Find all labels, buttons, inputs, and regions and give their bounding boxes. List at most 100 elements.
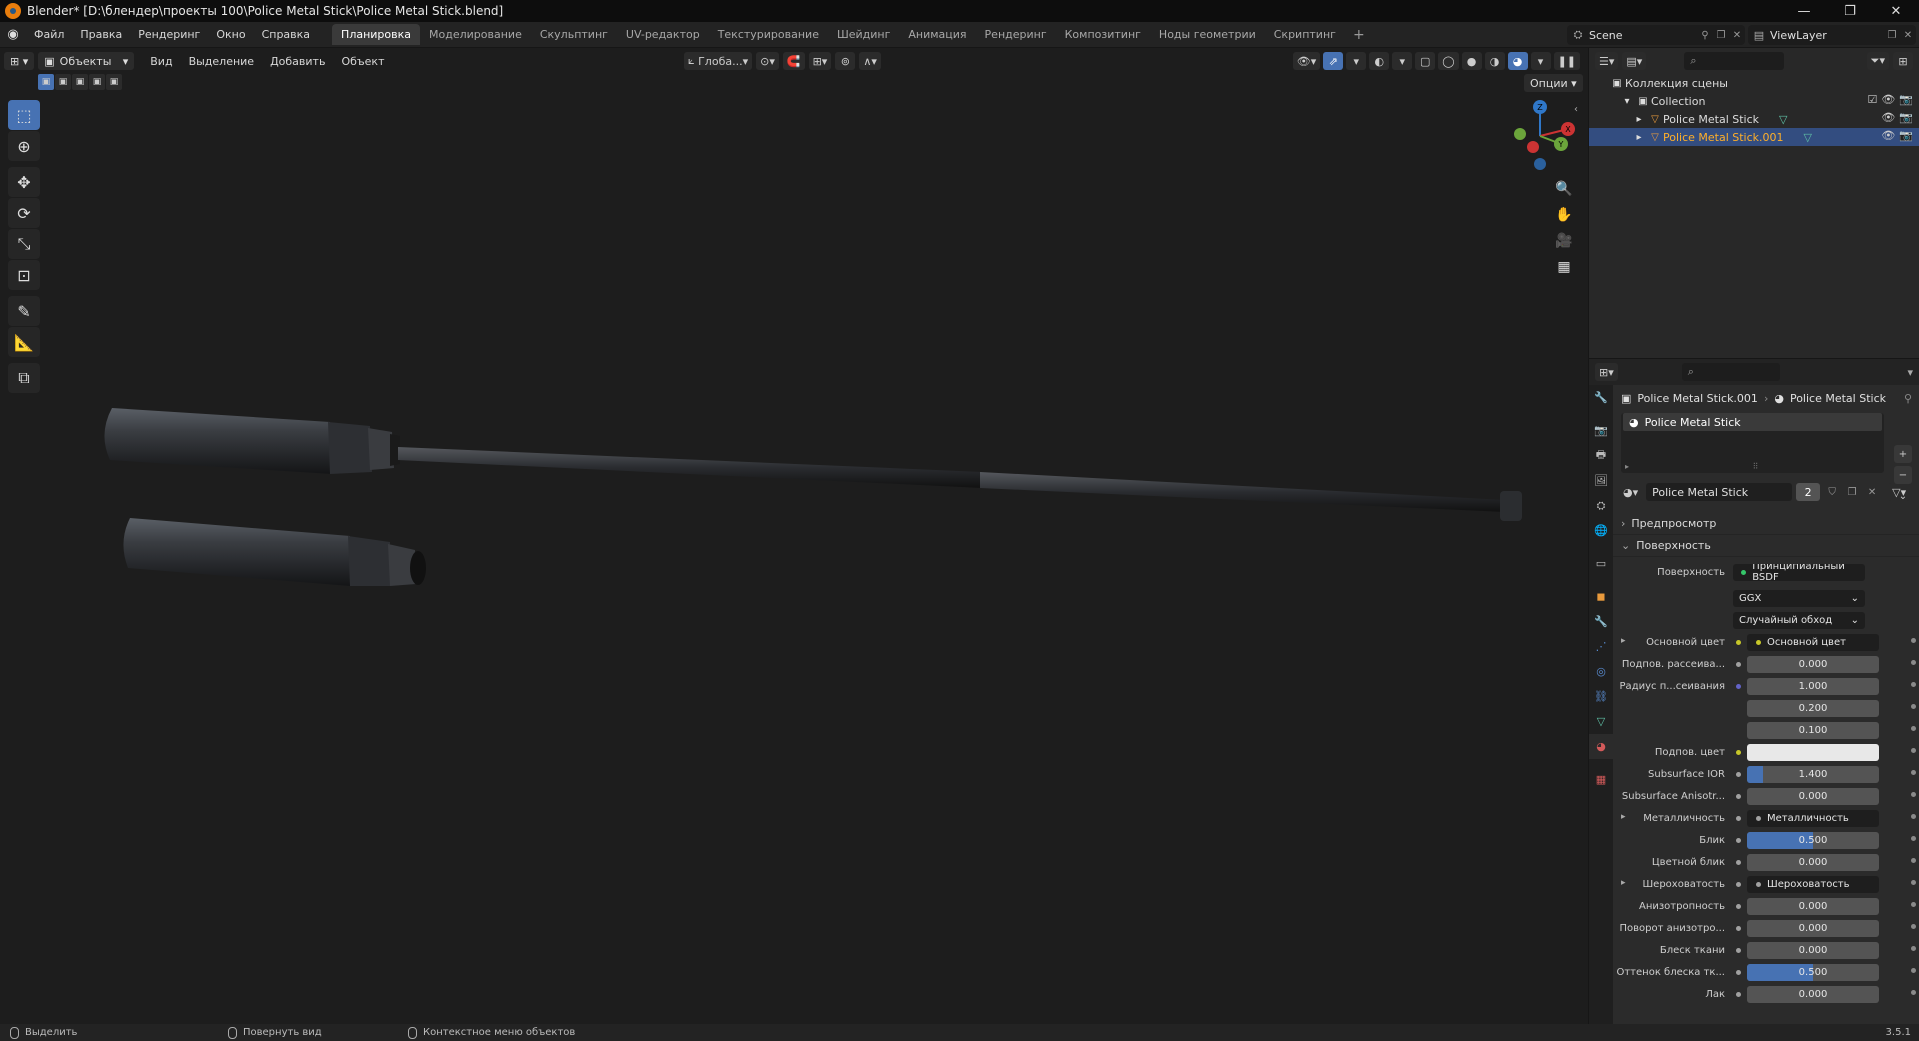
tab-geometry-nodes[interactable]: Ноды геометрии bbox=[1150, 24, 1265, 45]
snap-toggle[interactable]: 🧲 bbox=[782, 52, 805, 70]
pause-render-button[interactable]: ❚❚ bbox=[1553, 52, 1580, 70]
options-dropdown[interactable]: Опции ▾ bbox=[1524, 74, 1583, 92]
socket-icon[interactable] bbox=[1733, 923, 1743, 933]
tab-modeling[interactable]: Моделирование bbox=[420, 24, 531, 45]
viewlayer-selector[interactable]: ▤ ViewLayer ❐ ✕ bbox=[1748, 25, 1916, 45]
socket-icon[interactable] bbox=[1733, 835, 1743, 845]
number-field[interactable]: 0.000 bbox=[1747, 853, 1879, 871]
scene-objects[interactable] bbox=[100, 390, 1540, 620]
duplicate-material-icon[interactable]: ❐ bbox=[1844, 487, 1860, 498]
socket-icon[interactable] bbox=[1733, 681, 1743, 691]
expand-arrow-icon[interactable]: ▸ bbox=[1631, 114, 1647, 125]
pivot-dropdown[interactable]: ⊙▾ bbox=[756, 52, 779, 70]
physics-tab-icon[interactable]: ◎ bbox=[1589, 659, 1613, 684]
socket-icon[interactable] bbox=[1733, 857, 1743, 867]
number-field[interactable]: 0.500 bbox=[1747, 963, 1879, 981]
render-camera-icon[interactable]: 📷 bbox=[1899, 111, 1913, 124]
number-field[interactable]: 0.000 bbox=[1747, 919, 1879, 937]
keyframe-dot-icon[interactable] bbox=[1911, 814, 1916, 819]
falloff-dropdown[interactable]: ∧▾ bbox=[859, 52, 881, 70]
remove-slot-button[interactable]: − bbox=[1894, 466, 1912, 484]
socket-icon[interactable] bbox=[1733, 879, 1743, 889]
expand-arrow-icon[interactable]: ▸ bbox=[1621, 812, 1626, 822]
pin-icon[interactable]: ⚲ bbox=[1697, 30, 1713, 41]
properties-editor-type-icon[interactable]: ⊞▾ bbox=[1595, 363, 1618, 381]
material-name-field[interactable]: Police Metal Stick bbox=[1646, 483, 1793, 501]
fake-user-shield-icon[interactable]: ⛉ bbox=[1824, 487, 1840, 498]
zoom-icon[interactable]: 🔍 bbox=[1552, 176, 1576, 202]
mode-dropdown[interactable]: ▣ Объекты ▾ bbox=[38, 52, 135, 70]
surface-shader-field[interactable]: Принципиальный BSDF bbox=[1733, 563, 1865, 581]
keyframe-dot-icon[interactable] bbox=[1911, 902, 1916, 907]
menu-file[interactable]: Файл bbox=[26, 28, 72, 41]
new-viewlayer-icon[interactable]: ❐ bbox=[1884, 30, 1900, 41]
keyframe-dot-icon[interactable] bbox=[1911, 748, 1916, 753]
expand-arrow-icon[interactable]: ▸ bbox=[1625, 462, 1629, 471]
scene-tab-icon[interactable]: ⛭ bbox=[1589, 493, 1613, 518]
gizmo-toggle[interactable]: ⇗ bbox=[1323, 52, 1344, 70]
panel-preview[interactable]: › Предпросмотр bbox=[1613, 513, 1919, 535]
keyframe-dot-icon[interactable] bbox=[1911, 770, 1916, 775]
particles-tab-icon[interactable]: ⋰ bbox=[1589, 634, 1613, 659]
measure-tool[interactable]: 📐 bbox=[8, 327, 40, 357]
tool-tab-icon[interactable]: 🔧 bbox=[1589, 385, 1613, 410]
outliner-collection[interactable]: ▾ ▣ Collection ☑ 👁 📷 bbox=[1589, 92, 1919, 110]
chevron-down-icon[interactable]: ▾ bbox=[1907, 366, 1913, 379]
panel-surface[interactable]: ⌄ Поверхность bbox=[1613, 535, 1919, 557]
number-field[interactable]: 0.000 bbox=[1747, 655, 1879, 673]
render-camera-icon[interactable]: 📷 bbox=[1899, 129, 1913, 142]
editor-type-dropdown[interactable]: ⊞ ▾ bbox=[4, 52, 35, 70]
gizmo-neg-z[interactable] bbox=[1534, 158, 1546, 170]
linked-input-field[interactable]: Основной цвет bbox=[1747, 633, 1879, 651]
police-metal-stick-extended[interactable] bbox=[104, 408, 1522, 521]
rendered-shading-button[interactable]: ◕ bbox=[1507, 52, 1528, 70]
transform-tool[interactable]: ⊡ bbox=[8, 260, 40, 290]
object-tab-icon[interactable]: ◼ bbox=[1589, 584, 1613, 609]
outliner-object-row-selected[interactable]: ▸ ▽ Police Metal Stick.001 ▽ 👁 📷 bbox=[1589, 128, 1919, 146]
mesh-data-icon[interactable]: ▽ bbox=[1804, 131, 1812, 144]
distribution-select[interactable]: GGX ⌄ bbox=[1733, 589, 1865, 607]
gizmo-dropdown[interactable]: ▾ bbox=[1346, 52, 1367, 70]
scale-tool[interactable]: ⤡ bbox=[8, 229, 40, 259]
solid-shading-button[interactable]: ● bbox=[1461, 52, 1482, 70]
outliner-scene-collection[interactable]: ▣ Коллекция сцены bbox=[1589, 74, 1919, 92]
select-box-tool[interactable]: ⬚ bbox=[8, 100, 40, 130]
menu-object[interactable]: Объект bbox=[333, 55, 392, 68]
snap-target-dropdown[interactable]: ⊞▾ bbox=[808, 52, 832, 70]
outliner-editor-type-icon[interactable]: ☰▾ bbox=[1595, 52, 1619, 70]
menu-select[interactable]: Выделение bbox=[181, 55, 263, 68]
keyframe-dot-icon[interactable] bbox=[1911, 792, 1916, 797]
material-shading-button[interactable]: ◑ bbox=[1484, 52, 1505, 70]
select-intersect-icon[interactable]: ▣ bbox=[106, 74, 122, 90]
socket-icon[interactable] bbox=[1733, 791, 1743, 801]
texture-tab-icon[interactable]: ▦ bbox=[1589, 767, 1613, 792]
number-field[interactable]: 1.000 bbox=[1747, 677, 1879, 695]
rotate-tool[interactable]: ⟳ bbox=[8, 198, 40, 228]
socket-icon[interactable] bbox=[1733, 945, 1743, 955]
new-scene-icon[interactable]: ❐ bbox=[1713, 30, 1729, 41]
expand-arrow-icon[interactable]: ▸ bbox=[1631, 132, 1647, 143]
mesh-data-icon[interactable]: ▽ bbox=[1779, 113, 1787, 126]
select-subtract-icon[interactable]: ▣ bbox=[72, 74, 88, 90]
tab-uv-editing[interactable]: UV-редактор bbox=[617, 24, 709, 45]
linked-input-field[interactable]: Металличность bbox=[1747, 809, 1879, 827]
select-new-icon[interactable]: ▣ bbox=[38, 74, 54, 90]
number-field[interactable]: 0.000 bbox=[1747, 941, 1879, 959]
scene-selector[interactable]: ⛭ Scene ⚲ ❐ ✕ bbox=[1567, 25, 1745, 45]
constraints-tab-icon[interactable]: ⛓ bbox=[1589, 684, 1613, 709]
overlay-dropdown[interactable]: ▾ bbox=[1392, 52, 1413, 70]
visibility-eye-icon[interactable]: 👁 bbox=[1881, 111, 1895, 124]
expand-arrow-icon[interactable]: ▾ bbox=[1619, 96, 1635, 107]
blender-menu-icon[interactable]: ◉ bbox=[0, 27, 26, 42]
user-count-button[interactable]: 2 bbox=[1796, 483, 1821, 501]
socket-icon[interactable] bbox=[1733, 901, 1743, 911]
xray-toggle[interactable]: ▢ bbox=[1415, 52, 1436, 70]
filter-icon[interactable]: ⏷▾ bbox=[1866, 52, 1889, 70]
menu-add[interactable]: Добавить bbox=[262, 55, 333, 68]
proportional-edit-toggle[interactable]: ⊚ bbox=[835, 52, 856, 70]
keyframe-dot-icon[interactable] bbox=[1911, 704, 1916, 709]
modifier-tab-icon[interactable]: 🔧 bbox=[1589, 609, 1613, 634]
browse-material-button[interactable]: ◕▾ bbox=[1619, 483, 1643, 501]
collection-tab-icon[interactable]: ▭ bbox=[1589, 551, 1613, 576]
gizmo-neg-y[interactable] bbox=[1514, 128, 1526, 140]
